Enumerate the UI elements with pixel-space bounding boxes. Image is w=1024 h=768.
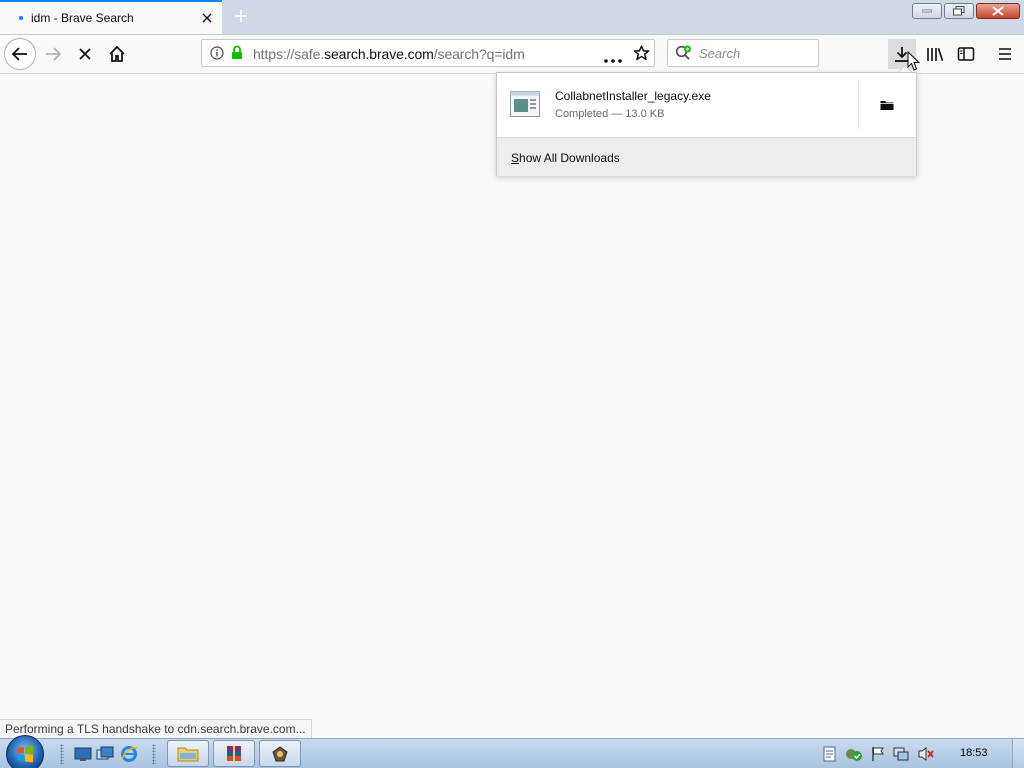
restore-button[interactable]: [944, 3, 974, 19]
close-window-button[interactable]: [976, 3, 1020, 19]
divider: [858, 81, 859, 129]
download-item[interactable]: CollabnetInstaller_legacy.exe Completed …: [497, 73, 916, 137]
show-desktop-icon[interactable]: [74, 745, 92, 763]
window-controls: [912, 3, 1020, 19]
windows-logo-icon: [17, 745, 33, 763]
search-input[interactable]: [697, 45, 811, 62]
menu-button[interactable]: [990, 39, 1020, 69]
download-status: Completed — 13.0 KB: [555, 108, 665, 120]
folder-icon: [177, 747, 199, 761]
toolbar-grip[interactable]: [152, 744, 156, 764]
show-all-downloads-label: Show All Downloads: [511, 151, 620, 165]
navigation-toolbar: https://safe.search.brave.com/search?q=i…: [0, 35, 1024, 74]
page-actions-icon[interactable]: [604, 52, 622, 66]
show-desktop-button[interactable]: [1012, 739, 1024, 768]
tab-active[interactable]: idm - Brave Search: [0, 0, 222, 34]
downloads-panel: CollabnetInstaller_legacy.exe Completed …: [496, 72, 917, 176]
taskbar: 18:53: [0, 735, 1024, 768]
app-icon: [272, 745, 288, 761]
minimize-button[interactable]: [912, 3, 942, 19]
exe-file-icon: [510, 91, 540, 117]
security-shield-icon[interactable]: [845, 746, 862, 762]
search-engine-icon[interactable]: [675, 45, 693, 64]
mouse-cursor-icon: [907, 50, 921, 75]
clock[interactable]: 18:53: [960, 747, 988, 759]
home-button[interactable]: [102, 39, 132, 69]
tab-title: idm - Brave Search: [31, 11, 134, 25]
download-file-name: CollabnetInstaller_legacy.exe: [555, 89, 711, 103]
stop-button[interactable]: [70, 39, 100, 69]
tray-document-icon[interactable]: [822, 746, 838, 762]
internet-explorer-icon[interactable]: [120, 745, 138, 763]
toolbar-grip[interactable]: [60, 744, 64, 764]
open-folder-button[interactable]: [872, 93, 902, 117]
sidebar-toggle-button[interactable]: [951, 39, 981, 69]
lock-icon[interactable]: [231, 45, 243, 63]
status-text: Performing a TLS handshake to cdn.search…: [0, 719, 312, 738]
volume-muted-icon[interactable]: [917, 746, 934, 762]
taskbar-browser[interactable]: [259, 740, 301, 767]
close-tab-icon[interactable]: [199, 10, 215, 26]
site-info-icon[interactable]: [210, 46, 224, 63]
bookmark-star-icon[interactable]: [633, 45, 650, 65]
library-button[interactable]: [920, 39, 950, 69]
switch-windows-icon[interactable]: [96, 745, 114, 763]
folder-icon: [880, 101, 894, 110]
forward-button[interactable]: [38, 39, 68, 69]
search-bar[interactable]: [667, 39, 819, 67]
loading-indicator-icon: [19, 16, 23, 20]
network-icon[interactable]: [893, 746, 909, 762]
taskbar-explorer[interactable]: [167, 740, 209, 767]
back-button[interactable]: [4, 38, 36, 70]
taskbar-winrar[interactable]: [213, 740, 255, 767]
action-center-flag-icon[interactable]: [870, 746, 886, 762]
url-bar[interactable]: https://safe.search.brave.com/search?q=i…: [201, 39, 655, 67]
tab-strip: idm - Brave Search: [0, 0, 1024, 35]
start-button[interactable]: [6, 735, 44, 768]
new-tab-button[interactable]: [229, 5, 253, 27]
winrar-icon: [227, 745, 241, 761]
show-all-downloads-button[interactable]: Show All Downloads: [497, 137, 916, 176]
url-text[interactable]: https://safe.search.brave.com/search?q=i…: [253, 46, 525, 62]
